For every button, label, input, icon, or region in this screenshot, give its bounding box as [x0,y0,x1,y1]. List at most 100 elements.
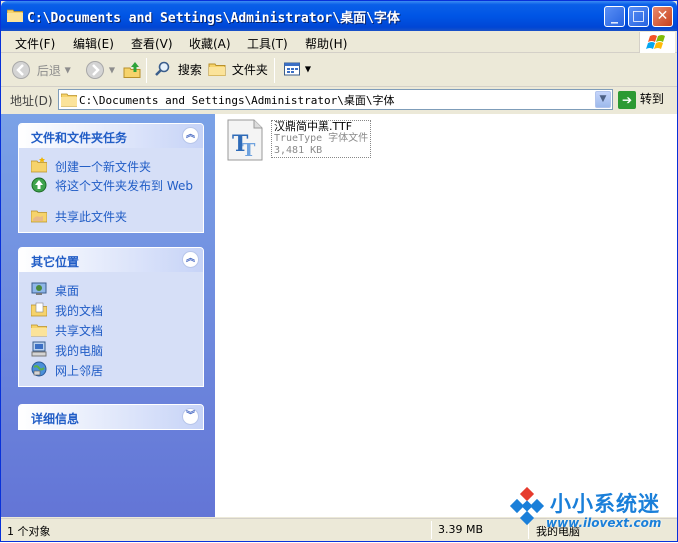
details-header[interactable]: 详细信息 ︾ [19,405,203,429]
menu-bar: 文件(F) 编辑(E) 查看(V) 收藏(A) 工具(T) 帮助(H) [1,31,677,53]
search-icon [155,61,170,76]
window-title: C:\Documents and Settings\Administrator\… [27,11,400,26]
views-icon [284,62,300,76]
collapse-up-icon[interactable]: ︽ [182,127,199,144]
minimize-icon: _ [611,8,618,24]
desktop-icon [31,282,47,295]
file-tasks-title: 文件和文件夹任务 [31,131,128,145]
go-button[interactable]: ➔ 转到 [618,90,664,109]
views-dropdown-icon[interactable]: ▼ [305,65,311,74]
other-places-header[interactable]: 其它位置 ︽ [19,248,203,272]
my-documents-icon [31,302,47,317]
place-my-documents[interactable]: 我的文档 [19,300,203,320]
task-share-folder[interactable]: 共享此文件夹 [19,206,203,226]
menu-tools[interactable]: 工具(T) [247,35,288,52]
publish-web-icon [31,177,47,193]
maximize-icon: □ [631,8,646,24]
share-folder-icon [31,210,47,223]
maximize-button[interactable]: □ [628,6,649,27]
forward-button[interactable]: ▼ [85,60,115,82]
address-input[interactable]: C:\Documents and Settings\Administrator\… [58,89,613,110]
place-shared-documents-label: 共享文档 [55,324,104,338]
menu-help[interactable]: 帮助(H) [305,35,347,52]
up-button[interactable] [122,60,142,82]
title-bar[interactable]: C:\Documents and Settings\Administrator\… [1,1,677,31]
place-desktop[interactable]: 桌面 [19,280,203,300]
menu-edit[interactable]: 编辑(E) [73,35,114,52]
status-size: 3.39 MB [438,523,484,536]
close-button[interactable]: ✕ [652,6,673,27]
menu-file[interactable]: 文件(F) [15,35,55,52]
place-shared-documents[interactable]: 共享文档 [19,320,203,340]
other-places-panel: 其它位置 ︽ 桌面 我的文档 共享文档 我的电脑 网上邻居 [18,247,204,387]
folder-icon [61,93,77,107]
folders-button[interactable]: 文件夹 [208,60,268,82]
minimize-button[interactable]: _ [604,6,625,27]
file-tasks-panel: 文件和文件夹任务 ︽ 创建一个新文件夹 将这个文件夹发布到 Web 共享此文件夹 [18,123,204,233]
menu-favorites[interactable]: 收藏(A) [189,35,231,52]
forward-arrow-icon [86,61,104,79]
place-desktop-label: 桌面 [55,284,80,298]
task-new-folder[interactable]: 创建一个新文件夹 [19,156,203,176]
watermark: 小小系统迷 www.ilovext.com [506,479,678,543]
place-network[interactable]: 网上邻居 [19,360,203,380]
menu-view[interactable]: 查看(V) [131,35,173,52]
status-divider [431,521,432,539]
back-arrow-icon [12,61,30,79]
file-item[interactable]: T T 汉鼎简中黑.TTF TrueType 字体文件 3,481 KB [224,119,384,161]
search-button[interactable]: 搜索 [154,60,202,82]
network-places-icon [31,361,47,377]
my-computer-icon [31,341,47,357]
file-tasks-header[interactable]: 文件和文件夹任务 ︽ [19,124,203,148]
forward-dropdown-icon[interactable]: ▼ [109,66,115,75]
search-label: 搜索 [177,62,202,77]
toolbar: 后退 ▼ ▼ 搜索 文件夹 ▼ [1,54,677,87]
explorer-window: C:\Documents and Settings\Administrator\… [0,0,678,542]
go-arrow-icon: ➔ [618,90,636,109]
up-folder-icon [123,62,141,78]
address-label: 地址(D) [10,94,53,108]
views-button[interactable]: ▼ [283,60,311,82]
toolbar-separator [274,58,275,83]
file-type: TrueType 字体文件 [274,133,369,144]
folder-icon [7,9,23,22]
go-label: 转到 [639,92,664,106]
details-panel: 详细信息 ︾ [18,404,204,430]
expand-down-icon[interactable]: ︾ [182,408,199,425]
task-publish-web[interactable]: 将这个文件夹发布到 Web [19,176,203,206]
new-folder-icon [31,157,47,173]
task-pane: 文件和文件夹任务 ︽ 创建一个新文件夹 将这个文件夹发布到 Web 共享此文件夹 [1,114,215,517]
svg-text:T: T [242,140,256,161]
toolbar-separator [146,58,147,83]
close-icon: ✕ [656,8,669,24]
file-name: 汉鼎简中黑.TTF [274,120,353,133]
file-size: 3,481 KB [274,145,323,156]
windows-logo-icon [639,32,675,53]
back-label: 后退 [36,63,61,78]
address-dropdown-button[interactable]: ▼ [595,91,611,108]
truetype-font-icon: T T [227,119,263,161]
watermark-url: www.ilovext.com [546,516,662,530]
address-value: C:\Documents and Settings\Administrator\… [79,94,395,107]
task-new-folder-label: 创建一个新文件夹 [55,160,152,174]
file-list-area[interactable]: T T 汉鼎简中黑.TTF TrueType 字体文件 3,481 KB [215,114,677,517]
back-dropdown-icon[interactable]: ▼ [65,66,71,75]
address-bar: 地址(D) C:\Documents and Settings\Administ… [1,88,677,112]
place-network-label: 网上邻居 [55,364,104,378]
place-my-computer-label: 我的电脑 [55,344,104,358]
file-label-box: 汉鼎简中黑.TTF TrueType 字体文件 3,481 KB [271,120,372,158]
task-publish-web-label: 将这个文件夹发布到 Web [55,179,193,193]
watermark-logo-icon [509,487,545,526]
details-title: 详细信息 [31,412,80,426]
collapse-up-icon[interactable]: ︽ [182,251,199,268]
folders-icon [208,63,226,76]
watermark-brand: 小小系统迷 [550,492,660,516]
folders-label: 文件夹 [231,62,268,77]
task-share-folder-label: 共享此文件夹 [55,210,128,224]
other-places-title: 其它位置 [31,255,80,269]
place-my-computer[interactable]: 我的电脑 [19,340,203,360]
shared-documents-icon [31,324,47,337]
back-button[interactable]: 后退 ▼ [11,60,71,82]
place-my-documents-label: 我的文档 [55,304,104,318]
status-object-count: 1 个对象 [7,525,51,538]
